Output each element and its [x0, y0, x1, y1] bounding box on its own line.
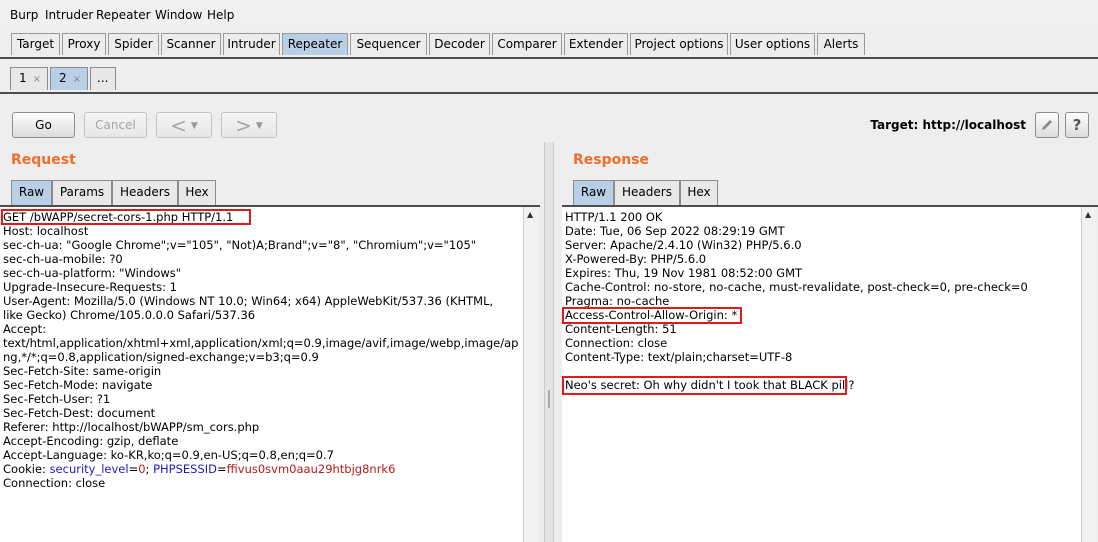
- pencil-icon[interactable]: [1035, 112, 1059, 138]
- tab-spider[interactable]: Spider: [108, 33, 159, 55]
- response-line: Pragma: no-cache: [565, 294, 670, 308]
- menu-window[interactable]: Window: [155, 8, 202, 22]
- response-line: Server: Apache/2.4.10 (Win32) PHP/5.6.0: [565, 238, 802, 252]
- target-label: Target: http://localhost: [870, 118, 1026, 132]
- cookie-separator: ;: [145, 462, 154, 476]
- response-scrollbar[interactable]: ▲: [1081, 207, 1096, 542]
- chevron-down-icon[interactable]: ▼: [191, 121, 198, 131]
- request-scrollbar[interactable]: ▲: [523, 207, 538, 542]
- response-line: Content-Length: 51: [565, 322, 677, 336]
- request-editor[interactable]: GET /bWAPP/secret-cors-1.php HTTP/1.1 Hos…: [0, 207, 523, 542]
- request-line: text/html,application/xhtml+xml,applicat…: [3, 336, 519, 350]
- request-line: Upgrade-Insecure-Requests: 1: [3, 280, 177, 294]
- menu-intruder[interactable]: Intruder: [45, 8, 93, 22]
- cancel-button[interactable]: Cancel: [84, 112, 147, 138]
- forward-button[interactable]: > ▼: [221, 112, 277, 138]
- cookie-line: Cookie: security_level=0; PHPSESSID=ffiv…: [0, 462, 523, 476]
- request-line: ng,*/*;q=0.8,application/signed-exchange…: [3, 350, 319, 364]
- response-line: Expires: Thu, 19 Nov 1981 08:52:00 GMT: [565, 266, 803, 280]
- tab-repeater[interactable]: Repeater: [282, 33, 348, 55]
- tab-proxy[interactable]: Proxy: [62, 33, 106, 55]
- cookie-value-phpsessid: ffivus0svm0aau29htbjg8nrk6: [226, 462, 396, 476]
- menu-burp[interactable]: Burp: [10, 8, 38, 22]
- tab-sequencer[interactable]: Sequencer: [350, 33, 427, 55]
- chevron-right-icon: >: [235, 113, 252, 138]
- repeater-tab-2[interactable]: 2 ×: [50, 67, 88, 90]
- request-line: Accept-Language: ko-KR,ko;q=0.9,en-US;q=…: [3, 448, 334, 462]
- request-line: User-Agent: Mozilla/5.0 (Windows NT 10.0…: [3, 294, 494, 308]
- response-line: Content-Type: text/plain;charset=UTF-8: [565, 350, 793, 364]
- response-line: X-Powered-By: PHP/5.6.0: [565, 252, 707, 266]
- request-line: Sec-Fetch-Mode: navigate: [3, 378, 153, 392]
- response-tab-raw[interactable]: Raw: [573, 180, 614, 205]
- request-line: Accept-Encoding: gzip, deflate: [3, 434, 179, 448]
- request-line: Sec-Fetch-User: ?1: [3, 392, 111, 406]
- request-line: Referer: http://localhost/bWAPP/sm_cors.…: [3, 420, 260, 434]
- menu-bar: Burp Intruder Repeater Window Help: [0, 0, 1098, 30]
- response-line: Cache-Control: no-store, no-cache, must-…: [565, 280, 1028, 294]
- request-line: Sec-Fetch-Dest: document: [3, 406, 156, 420]
- cookie-key-phpsessid: PHPSESSID: [153, 462, 218, 476]
- back-button[interactable]: < ▼: [156, 112, 212, 138]
- menu-help[interactable]: Help: [207, 8, 234, 22]
- tab-bar-border: [0, 57, 1098, 59]
- repeater-tab-label: 1: [19, 71, 27, 85]
- tab-alerts[interactable]: Alerts: [817, 33, 865, 55]
- cookie-key-security-level: security_level: [49, 462, 129, 476]
- request-tab-raw[interactable]: Raw: [11, 180, 52, 205]
- response-tab-headers[interactable]: Headers: [614, 180, 680, 205]
- request-line: Host: localhost: [3, 224, 89, 238]
- repeater-new-tab[interactable]: ...: [90, 67, 116, 90]
- response-line: Connection: close: [565, 336, 668, 350]
- menu-repeater[interactable]: Repeater: [96, 8, 151, 22]
- close-icon[interactable]: ×: [33, 74, 41, 85]
- chevron-left-icon: <: [170, 113, 187, 138]
- tab-project-options[interactable]: Project options: [630, 33, 728, 55]
- tab-scanner[interactable]: Scanner: [161, 33, 221, 55]
- request-line: Accept:: [3, 322, 47, 336]
- scroll-up-icon[interactable]: ▲: [527, 210, 533, 219]
- split-divider[interactable]: [544, 142, 554, 542]
- close-icon[interactable]: ×: [73, 74, 81, 85]
- tab-target[interactable]: Target: [11, 33, 60, 55]
- response-title: Response: [573, 152, 650, 168]
- response-line: HTTP/1.1 200 OK: [565, 210, 663, 224]
- tab-extender[interactable]: Extender: [564, 33, 628, 55]
- request-tab-params[interactable]: Params: [52, 180, 112, 205]
- question-icon[interactable]: ?: [1065, 112, 1089, 138]
- cookie-equals: =: [128, 462, 139, 476]
- request-line: sec-ch-ua-platform: "Windows": [3, 266, 182, 280]
- subtab-bar-border: [0, 92, 1098, 94]
- acao-header-highlight: [562, 307, 742, 324]
- request-line: Connection: close: [3, 476, 106, 490]
- repeater-tab-label: 2: [59, 71, 67, 85]
- response-tab-hex[interactable]: Hex: [680, 180, 718, 205]
- divider-grip[interactable]: [548, 390, 550, 408]
- chevron-down-icon[interactable]: ▼: [256, 121, 263, 131]
- tab-comparer[interactable]: Comparer: [492, 33, 562, 55]
- cookie-prefix: Cookie:: [3, 462, 50, 476]
- tab-user-options[interactable]: User options: [730, 33, 815, 55]
- request-line: sec-ch-ua-mobile: ?0: [3, 252, 123, 266]
- cookie-value-security-level: 0: [138, 462, 146, 476]
- request-tab-headers[interactable]: Headers: [112, 180, 178, 205]
- request-line: Sec-Fetch-Site: same-origin: [3, 364, 162, 378]
- request-line: like Gecko) Chrome/105.0.0.0 Safari/537.…: [3, 308, 256, 322]
- response-editor[interactable]: HTTP/1.1 200 OK Date: Tue, 06 Sep 2022 08…: [562, 207, 1081, 542]
- request-line: sec-ch-ua: "Google Chrome";v="105", "Not…: [3, 238, 477, 252]
- response-line: Date: Tue, 06 Sep 2022 08:29:19 GMT: [565, 224, 785, 238]
- tab-intruder[interactable]: Intruder: [223, 33, 280, 55]
- request-title: Request: [11, 152, 76, 168]
- request-line-highlight: [1, 209, 251, 225]
- scroll-up-icon[interactable]: ▲: [1085, 210, 1091, 219]
- main-tab-bar: Target Proxy Spider Scanner Intruder Rep…: [0, 30, 1098, 57]
- go-button[interactable]: Go: [12, 112, 75, 138]
- cookie-equals: =: [217, 462, 227, 476]
- secret-body-highlight: [562, 376, 847, 395]
- tab-decoder[interactable]: Decoder: [429, 33, 490, 55]
- request-tab-hex[interactable]: Hex: [178, 180, 216, 205]
- repeater-tab-1[interactable]: 1 ×: [10, 67, 48, 90]
